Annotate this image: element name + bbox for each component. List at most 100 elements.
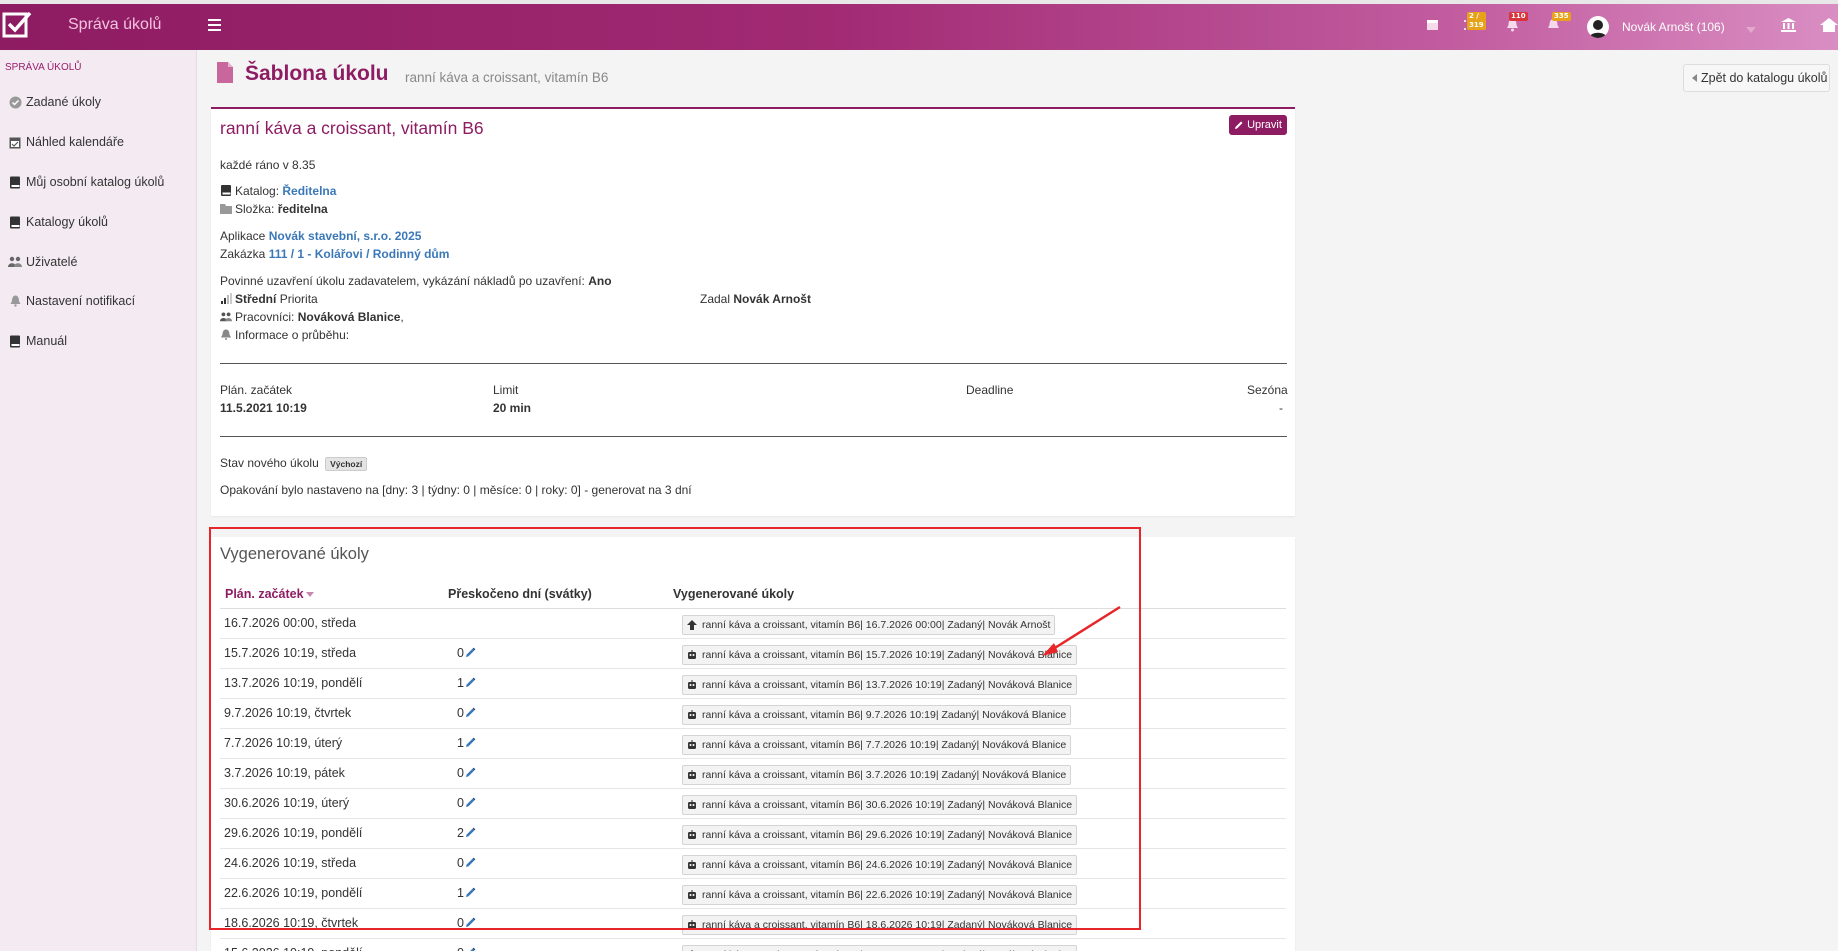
pencil-icon[interactable] xyxy=(465,947,476,951)
bell-icon xyxy=(8,294,22,308)
tasks-list-icon[interactable]: 2 / 319 xyxy=(1464,12,1486,34)
user-name[interactable]: Novák Arnošt (106) xyxy=(1622,20,1725,34)
workers-row: Pracovníci: Nováková Blanice, xyxy=(220,310,404,324)
sidebar-item-label: Nastavení notifikací xyxy=(26,294,136,308)
assigned-by-label: Zadal xyxy=(700,292,731,306)
page-title: Šablona úkolu xyxy=(245,62,389,85)
priority-label: Priorita xyxy=(279,292,318,306)
group-bell-icon[interactable]: 335 xyxy=(1546,12,1571,34)
edit-button[interactable]: Upravit xyxy=(1229,115,1287,135)
progress-info-label: Informace o průběhu: xyxy=(235,328,350,342)
calendar-icon xyxy=(8,135,22,149)
order-link[interactable]: 111 / 1 - Kolářovi / Rodinný dům xyxy=(269,247,450,261)
highlight-box xyxy=(209,527,1141,930)
book-icon xyxy=(8,175,22,189)
folder-label: Složka: xyxy=(235,202,275,216)
catalog-row: Katalog: Ředitelna xyxy=(220,184,336,198)
signal-priority-icon xyxy=(221,293,232,304)
tasks-badge: 2 / 319 xyxy=(1467,12,1486,30)
calendar-icon[interactable] xyxy=(1426,18,1444,34)
folder-row: Složka: ředitelna xyxy=(220,202,328,216)
order-row: Zakázka 111 / 1 - Kolářovi / Rodinný dům xyxy=(220,247,449,261)
bell-icon[interactable]: 110 xyxy=(1506,12,1528,34)
task-description: každé ráno v 8.35 xyxy=(220,158,316,172)
repeat-info: Opakování bylo nastaveno na [dny: 3 | tý… xyxy=(220,483,692,497)
mandatory-close-row: Povinné uzavření úkolu zadavatelem, vyká… xyxy=(220,274,612,288)
menu-toggle-icon[interactable] xyxy=(208,19,221,31)
group-badge: 335 xyxy=(1552,12,1571,21)
workers-label: Pracovníci: xyxy=(235,310,295,324)
sidebar: SPRÁVA ÚKOLŮ Zadané úkoly Náhled kalendá… xyxy=(0,50,197,951)
progress-info-row: Informace o průběhu: xyxy=(220,328,349,342)
divider xyxy=(220,436,1287,437)
priority-row: Střední Priorita xyxy=(220,292,318,306)
book-icon xyxy=(221,185,231,196)
book-icon xyxy=(8,215,22,229)
template-detail-card: ranní káva a croissant, vitamín B6 Uprav… xyxy=(211,107,1295,516)
sidebar-item-label: Náhled kalendáře xyxy=(26,135,124,149)
avatar[interactable] xyxy=(1587,16,1609,38)
bell-icon xyxy=(221,329,231,340)
state-row: Stav nového úkolu Výchozí xyxy=(220,456,368,471)
sidebar-item-label: Uživatelé xyxy=(26,255,78,269)
mandatory-close-value: Ano xyxy=(588,274,612,288)
browser-edge xyxy=(0,0,1838,4)
sidebar-item-assigned-tasks[interactable]: Zadané úkoly xyxy=(8,93,101,111)
limit-label: Limit xyxy=(493,383,519,397)
divider xyxy=(220,363,1287,364)
assigned-by-value: Novák Arnošt xyxy=(733,292,811,306)
chevron-down-icon[interactable] xyxy=(1746,22,1764,38)
sidebar-item-label: Manuál xyxy=(26,334,67,348)
state-label: Stav nového úkolu xyxy=(220,456,319,470)
status-badge: Výchozí xyxy=(325,456,368,471)
app-title[interactable]: Správa úkolů xyxy=(68,16,161,34)
annotation-arrow xyxy=(1042,605,1121,656)
bank-icon[interactable] xyxy=(1781,18,1799,34)
home-icon[interactable] xyxy=(1820,18,1838,34)
sidebar-item-personal-catalog[interactable]: Můj osobní katalog úkolů xyxy=(8,173,164,191)
file-icon xyxy=(217,62,233,83)
workers-separator: , xyxy=(400,310,404,324)
plan-start-value: 11.5.2021 10:19 xyxy=(220,401,307,415)
users-icon xyxy=(8,255,22,269)
limit-value: 20 min xyxy=(493,401,532,415)
sidebar-item-calendar[interactable]: Náhled kalendáře xyxy=(8,133,124,151)
sidebar-item-users[interactable]: Uživatelé xyxy=(8,253,77,271)
order-label: Zakázka xyxy=(220,247,266,261)
table-row: 15.6.2026 10:19, pondělí 0 ranní káva a cr… xyxy=(220,939,1286,951)
task-title: ranní káva a croissant, vitamín B6 xyxy=(220,118,484,138)
plan-start-label: Plán. začátek xyxy=(220,383,293,397)
app-logo-icon[interactable] xyxy=(2,10,32,40)
caret-left-icon xyxy=(1692,74,1697,82)
sidebar-item-manual[interactable]: Manuál xyxy=(8,332,67,350)
workers-value: Nováková Blanice xyxy=(297,310,401,324)
sidebar-item-label: Zadané úkoly xyxy=(26,95,102,109)
sidebar-item-catalogs[interactable]: Katalogy úkolů xyxy=(8,213,108,231)
check-circle-icon xyxy=(8,95,22,109)
season-value: - xyxy=(1279,401,1283,415)
book-icon xyxy=(8,334,22,348)
back-button-label: Zpět do katalogu úkolů xyxy=(1701,71,1828,85)
edit-button-label: Upravit xyxy=(1247,119,1282,131)
back-to-catalog-button[interactable]: Zpět do katalogu úkolů xyxy=(1683,64,1830,92)
priority-value: Střední xyxy=(235,292,277,306)
application-label: Aplikace xyxy=(220,229,266,243)
deadline-label: Deadline xyxy=(966,383,1014,397)
row-skipped-days: 0 xyxy=(457,946,464,951)
application-link[interactable]: Novák stavební, s.r.o. 2025 xyxy=(269,229,422,243)
season-label: Sezóna xyxy=(1247,383,1288,397)
sidebar-item-label: Můj osobní katalog úkolů xyxy=(26,175,165,189)
pencil-icon xyxy=(1235,121,1243,129)
page-subtitle: ranní káva a croissant, vitamín B6 xyxy=(405,70,609,85)
row-skipped-cell: 0 xyxy=(457,946,476,951)
folder-icon xyxy=(220,204,232,214)
sidebar-item-notifications[interactable]: Nastavení notifikací xyxy=(8,292,135,310)
assigned-by-row: Zadal Novák Arnošt xyxy=(700,292,811,306)
generated-task-link[interactable]: ranní káva a croissant, vitamín B6| 15.6… xyxy=(682,945,1078,951)
users-icon xyxy=(220,312,232,322)
folder-value: ředitelna xyxy=(277,202,328,216)
alerts-badge: 110 xyxy=(1509,12,1528,21)
application-row: Aplikace Novák stavební, s.r.o. 2025 xyxy=(220,229,421,243)
catalog-link[interactable]: Ředitelna xyxy=(282,184,336,198)
row-date: 15.6.2026 10:19, pondělí xyxy=(224,946,362,951)
